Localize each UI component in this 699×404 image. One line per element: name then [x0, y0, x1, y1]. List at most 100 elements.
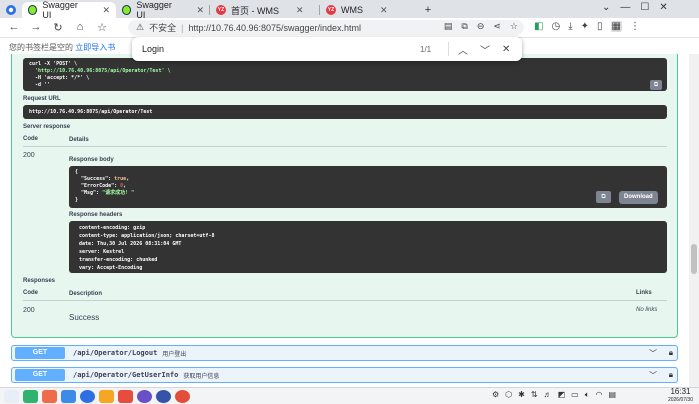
- response-headers-box[interactable]: content-encoding: gzip content-type: app…: [69, 221, 667, 273]
- tab-swagger-ui-2[interactable]: Swagger UI ✕: [116, 0, 210, 20]
- bluetooth-icon[interactable]: ✱: [518, 390, 525, 400]
- chevron-down-icon[interactable]: ﹀: [649, 348, 657, 359]
- code-header: Code: [23, 136, 38, 142]
- browser-tab-strip: Swagger UI ✕ Swagger UI ✕ YZ 首页 - WMS ✕ …: [0, 0, 699, 20]
- response-body-label: Response body: [69, 157, 114, 163]
- start-menu-icon[interactable]: [4, 389, 19, 403]
- details-header: Details: [69, 137, 89, 143]
- back-icon[interactable]: ←: [4, 21, 24, 34]
- tray-icon[interactable]: ♬: [544, 390, 552, 400]
- response-headers-label: Response headers: [69, 212, 123, 218]
- reload-icon[interactable]: ↻: [48, 21, 68, 34]
- taskbar-app-icon[interactable]: [137, 389, 152, 403]
- menu-icon[interactable]: ⋮: [630, 21, 640, 32]
- tab-swagger-ui-1[interactable]: Swagger UI ✕: [22, 0, 116, 20]
- taskbar-app-icon[interactable]: [156, 389, 171, 403]
- endpoint-summary: 获取用户信息: [183, 373, 220, 380]
- taskbar-app-icon[interactable]: [99, 389, 114, 403]
- notification-icon[interactable]: ▤: [608, 390, 616, 400]
- new-tab-icon[interactable]: +: [420, 2, 436, 18]
- browser-logo-icon[interactable]: [0, 2, 22, 18]
- close-tab-icon[interactable]: ✕: [102, 5, 110, 16]
- tray-icon[interactable]: ▭: [571, 390, 579, 400]
- extension-icon[interactable]: ◧: [534, 21, 543, 32]
- close-tab-icon[interactable]: ✕: [380, 5, 388, 16]
- swagger-favicon-icon: [122, 5, 132, 15]
- swagger-favicon-icon: [28, 5, 38, 15]
- find-prev-icon[interactable]: ︿: [458, 42, 468, 57]
- endpoint-summary: 用户登出: [162, 351, 187, 358]
- copy-curl-icon[interactable]: ⧉: [650, 80, 662, 90]
- maximize-icon[interactable]: ☐: [640, 2, 649, 13]
- download-tray-icon[interactable]: ⤓: [568, 21, 572, 32]
- minimize-icon[interactable]: —: [620, 2, 630, 13]
- wms-favicon-icon: YZ: [326, 5, 336, 15]
- responses-description: Success: [69, 313, 100, 322]
- request-url-label: Request URL: [23, 96, 61, 102]
- endpoint-path: /api/Operator/GetUserInfo: [73, 371, 179, 379]
- taskbar-app-icon[interactable]: [118, 389, 133, 403]
- no-links-text: No links: [636, 307, 658, 313]
- response-code: 200: [23, 152, 35, 159]
- reader-icon[interactable]: ▤: [444, 21, 453, 32]
- scrollbar-thumb[interactable]: [691, 244, 697, 274]
- links-header: Links: [636, 290, 652, 296]
- close-tab-icon[interactable]: ✕: [196, 5, 204, 16]
- profile-avatar-icon[interactable]: ▦: [610, 21, 622, 32]
- taskbar-chrome-icon[interactable]: [175, 389, 190, 403]
- address-bar[interactable]: ⚠ 不安全 | http://10.76.40.96:8075/swagger/…: [128, 20, 524, 35]
- get-userinfo-operation[interactable]: GET /api/Operator/GetUserInfo 获取用户信息 ﹀ 🔒…: [11, 367, 678, 383]
- zoom-icon[interactable]: ⊖: [477, 21, 485, 32]
- method-badge: GET: [15, 347, 65, 359]
- find-input[interactable]: Login: [142, 44, 164, 54]
- tab-wms-home[interactable]: YZ 首页 - WMS ✕: [210, 2, 320, 18]
- taskbar-clock[interactable]: 16:31 2026/07/30: [668, 388, 693, 404]
- curl-command-box[interactable]: curl -X 'POST' \ 'http://10.76.40.96:807…: [23, 58, 667, 91]
- favorite-star-icon[interactable]: ☆: [510, 21, 518, 32]
- copy-response-icon[interactable]: ⧉: [596, 191, 611, 203]
- response-body-box[interactable]: { "Success": true, "ErrorCode": 0, "Msg"…: [69, 166, 667, 208]
- chevron-down-icon[interactable]: ﹀: [649, 370, 657, 381]
- tab-search-icon[interactable]: ⌄: [602, 2, 610, 13]
- forward-icon[interactable]: →: [26, 21, 46, 34]
- page-scrollbar[interactable]: [689, 54, 699, 387]
- lock-icon[interactable]: 🔒︎: [669, 370, 673, 380]
- responses-label: Responses: [23, 278, 56, 284]
- close-window-icon[interactable]: ✕: [659, 2, 667, 13]
- browser-toolbar: ← → ↻ ⌂ ☆ ⚠ 不安全 | http://10.76.40.96:807…: [0, 18, 699, 38]
- network-icon[interactable]: ⇅: [531, 390, 538, 400]
- request-url-box[interactable]: http://10.76.40.96:8075/api/Operator/Tes…: [23, 105, 667, 119]
- translate-icon[interactable]: ⧉: [461, 21, 467, 32]
- post-operation-expanded: curl -X 'POST' \ 'http://10.76.40.96:807…: [11, 54, 678, 338]
- responses-code-header: Code: [23, 290, 38, 296]
- taskbar-app-icon[interactable]: [42, 389, 57, 403]
- find-close-icon[interactable]: ✕: [502, 44, 510, 55]
- taskbar-browser-icon[interactable]: [80, 389, 95, 403]
- tray-icon[interactable]: ◩: [558, 390, 566, 400]
- tray-icon[interactable]: ⬡: [505, 390, 512, 400]
- volume-icon[interactable]: 🔈︎: [585, 390, 590, 400]
- download-button[interactable]: Download: [619, 191, 658, 204]
- sidebar-icon[interactable]: ▯: [597, 21, 603, 32]
- find-next-icon[interactable]: ﹀: [480, 42, 490, 57]
- url-text[interactable]: http://10.76.40.96:8075/swagger/index.ht…: [188, 23, 361, 33]
- import-bookmarks-link[interactable]: 立即导入书: [75, 43, 115, 52]
- puzzle-icon[interactable]: ✦: [581, 21, 589, 32]
- bookmark-star-icon[interactable]: ☆: [92, 21, 112, 34]
- swagger-page: curl -X 'POST' \ 'http://10.76.40.96:807…: [0, 54, 689, 387]
- taskbar-app-icon[interactable]: [61, 389, 76, 403]
- tab-wms[interactable]: YZ WMS ✕: [320, 2, 420, 18]
- share-icon[interactable]: ⋖: [493, 21, 501, 32]
- endpoint-path: /api/Operator/Logout: [73, 349, 158, 357]
- home-icon[interactable]: ⌂: [70, 21, 90, 34]
- history-icon[interactable]: ◷: [551, 21, 560, 32]
- get-logout-operation[interactable]: GET /api/Operator/Logout 用户登出 ﹀ 🔒︎: [11, 345, 678, 361]
- wifi-icon[interactable]: ◠: [596, 390, 603, 400]
- close-tab-icon[interactable]: ✕: [296, 5, 304, 16]
- taskbar: ⚙ ⬡ ✱ ⇅ ♬ ◩ ▭ 🔈︎ ◠ ▤ 16:31 2026/07/30: [0, 387, 699, 404]
- taskbar-app-icon[interactable]: [23, 389, 38, 403]
- tray-icon[interactable]: ⚙: [492, 390, 499, 400]
- lock-icon[interactable]: 🔒︎: [669, 348, 673, 358]
- responses-code: 200: [23, 307, 35, 314]
- warning-icon: ⚠: [136, 22, 145, 32]
